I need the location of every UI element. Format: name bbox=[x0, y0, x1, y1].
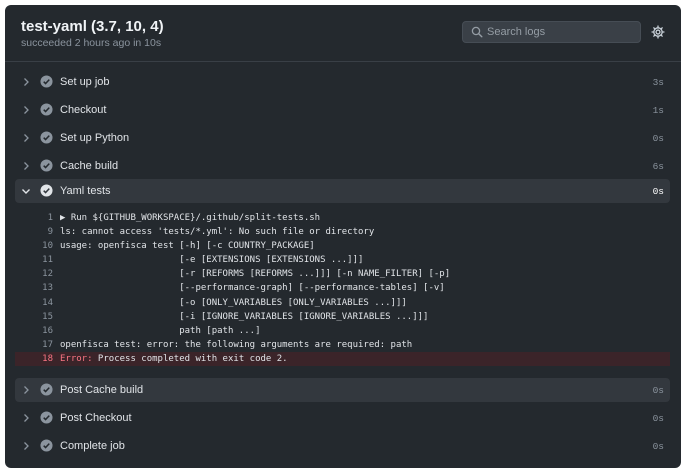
step-complete-job[interactable]: Complete job 0s bbox=[15, 434, 670, 458]
step-post-checkout[interactable]: Post Checkout 0s bbox=[15, 406, 670, 430]
step-duration: 0s bbox=[652, 186, 664, 197]
check-circle-icon bbox=[40, 75, 53, 88]
line-number[interactable]: 15 bbox=[15, 310, 53, 324]
check-circle-icon bbox=[40, 439, 53, 452]
check-circle-icon bbox=[40, 103, 53, 116]
line-number[interactable]: 16 bbox=[15, 324, 53, 338]
job-header: test-yaml (3.7, 10, 4) succeeded 2 hours… bbox=[5, 5, 681, 62]
line-number[interactable]: 18 bbox=[15, 352, 53, 366]
check-circle-icon bbox=[40, 159, 53, 172]
line-number[interactable]: 9 bbox=[15, 225, 53, 239]
line-number[interactable]: 12 bbox=[15, 267, 53, 281]
step-set-up-job[interactable]: Set up job 3s bbox=[15, 70, 670, 94]
step-set-up-python[interactable]: Set up Python 0s bbox=[15, 126, 670, 150]
step-duration: 1s bbox=[652, 105, 664, 116]
log-text: ls: cannot access 'tests/*.yml': No such… bbox=[60, 227, 375, 238]
log-text: [-r [REFORMS [REFORMS ...]]] [-n NAME_FI… bbox=[60, 269, 451, 280]
job-status-subtitle: succeeded 2 hours ago in 10s bbox=[21, 37, 162, 49]
check-circle-icon bbox=[40, 131, 53, 144]
search-logs-input[interactable] bbox=[487, 22, 635, 42]
step-label: Yaml tests bbox=[60, 185, 111, 197]
chevron-right-icon bbox=[24, 162, 29, 170]
search-logs-box[interactable] bbox=[462, 21, 641, 43]
log-text: [-e [EXTENSIONS [EXTENSIONS ...]]] bbox=[60, 255, 364, 266]
log-line: 1 ▶ Run ${GITHUB_WORKSPACE}/.github/split… bbox=[15, 211, 670, 225]
log-line: 13 [--performance-graph] [--performance-… bbox=[15, 281, 670, 295]
error-keyword: Error: bbox=[60, 353, 93, 364]
chevron-down-icon bbox=[22, 189, 30, 194]
log-line: 15 [-i [IGNORE_VARIABLES [IGNORE_VARIABL… bbox=[15, 310, 670, 324]
check-circle-icon bbox=[40, 411, 53, 424]
step-duration: 0s bbox=[652, 413, 664, 424]
step-yaml-tests[interactable]: Yaml tests 0s bbox=[15, 179, 670, 203]
line-number[interactable]: 11 bbox=[15, 253, 53, 267]
step-label: Set up job bbox=[60, 76, 110, 88]
line-number[interactable]: 17 bbox=[15, 338, 53, 352]
step-duration: 0s bbox=[652, 133, 664, 144]
log-line: 10 usage: openfisca test [-h] [-c COUNTRY… bbox=[15, 239, 670, 253]
line-number[interactable]: 14 bbox=[15, 296, 53, 310]
chevron-right-icon bbox=[24, 442, 29, 450]
log-text: ▶ Run ${GITHUB_WORKSPACE}/.github/split-… bbox=[60, 213, 321, 223]
line-number[interactable]: 10 bbox=[15, 239, 53, 253]
log-text: [-i [IGNORE_VARIABLES [IGNORE_VARIABLES … bbox=[60, 311, 429, 322]
chevron-right-icon bbox=[24, 78, 29, 86]
step-label: Checkout bbox=[60, 104, 107, 116]
log-text: [--performance-graph] [--performance-tab… bbox=[60, 283, 445, 294]
log-text: openfisca test: error: the following arg… bbox=[60, 339, 413, 350]
job-log-panel: test-yaml (3.7, 10, 4) succeeded 2 hours… bbox=[5, 5, 681, 468]
log-text: path [path ...] bbox=[60, 325, 261, 336]
step-cache-build[interactable]: Cache build 6s bbox=[15, 154, 670, 178]
chevron-right-icon bbox=[24, 414, 29, 422]
log-line: 11 [-e [EXTENSIONS [EXTENSIONS ...]]] bbox=[15, 253, 670, 267]
step-label: Post Cache build bbox=[60, 384, 144, 396]
log-line: 16 path [path ...] bbox=[15, 324, 670, 338]
step-duration: 0s bbox=[652, 385, 664, 396]
step-duration: 6s bbox=[652, 161, 664, 172]
job-title: test-yaml (3.7, 10, 4) bbox=[21, 18, 164, 35]
gear-icon[interactable] bbox=[651, 25, 665, 39]
log-line: 14 [-o [ONLY_VARIABLES [ONLY_VARIABLES .… bbox=[15, 296, 670, 310]
log-output: 1 ▶ Run ${GITHUB_WORKSPACE}/.github/split… bbox=[15, 211, 670, 367]
log-text: [-o [ONLY_VARIABLES [ONLY_VARIABLES ...]… bbox=[60, 297, 407, 308]
check-circle-icon bbox=[40, 383, 53, 396]
step-label: Set up Python bbox=[60, 132, 130, 144]
step-duration: 0s bbox=[652, 441, 664, 452]
step-label: Cache build bbox=[60, 160, 119, 172]
step-label: Post Checkout bbox=[60, 412, 132, 424]
error-message: Process completed with exit code 2. bbox=[92, 353, 288, 364]
chevron-right-icon bbox=[24, 106, 29, 114]
log-line-error: 18 Error: Process completed with exit cod… bbox=[15, 351, 670, 367]
log-line: 12 [-r [REFORMS [REFORMS ...]]] [-n NAME… bbox=[15, 267, 670, 281]
step-checkout[interactable]: Checkout 1s bbox=[15, 98, 670, 122]
step-post-cache-build[interactable]: Post Cache build 0s bbox=[15, 378, 670, 402]
chevron-right-icon bbox=[24, 134, 29, 142]
log-line: 17 openfisca test: error: the following a… bbox=[15, 338, 670, 352]
line-number[interactable]: 13 bbox=[15, 281, 53, 295]
log-line: 9 ls: cannot access 'tests/*.yml': No suc… bbox=[15, 225, 670, 239]
line-number[interactable]: 1 bbox=[15, 211, 53, 225]
step-label: Complete job bbox=[60, 440, 125, 452]
log-text: usage: openfisca test [-h] [-c COUNTRY_P… bbox=[60, 241, 315, 252]
search-icon bbox=[471, 26, 483, 38]
log-text: Error: Process completed with exit code … bbox=[60, 352, 288, 366]
step-duration: 3s bbox=[652, 77, 664, 88]
check-circle-icon bbox=[40, 184, 53, 197]
chevron-right-icon bbox=[24, 386, 29, 394]
